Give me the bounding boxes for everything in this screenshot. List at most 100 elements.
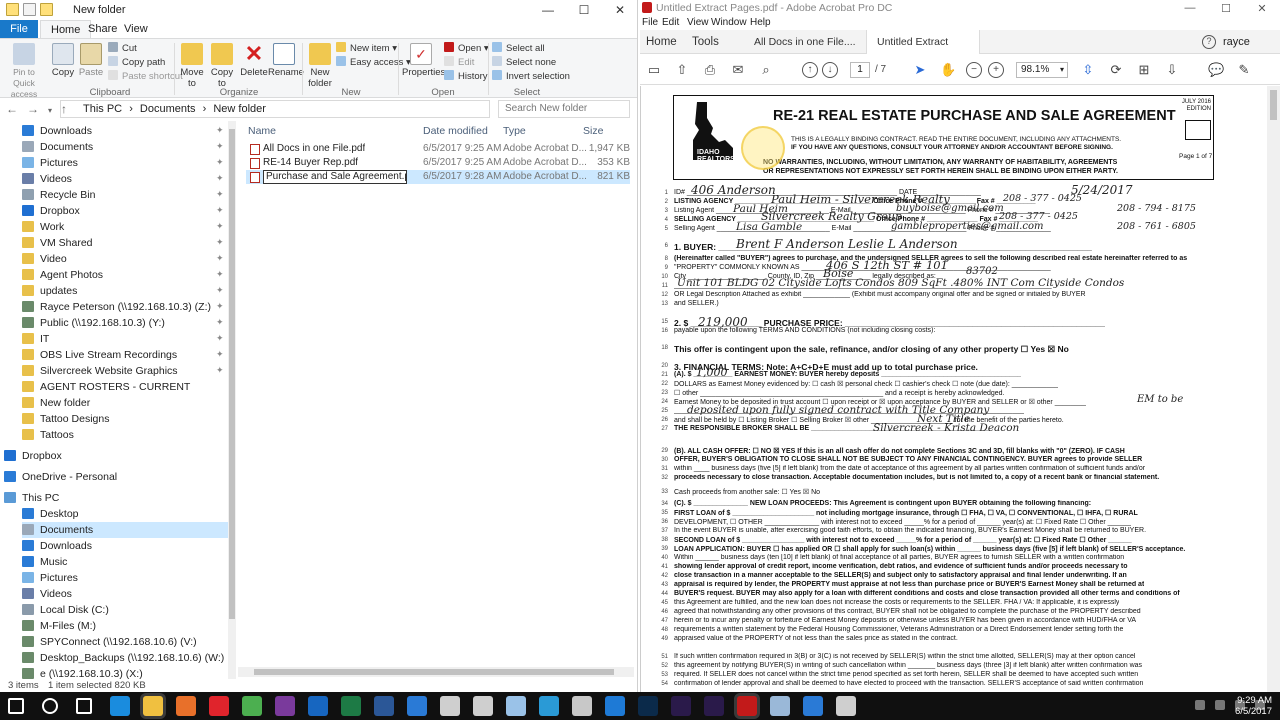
hand-icon[interactable]: ✋ — [940, 62, 956, 78]
task-view-icon[interactable] — [76, 698, 92, 714]
network-icon[interactable] — [1215, 700, 1225, 710]
tab-view[interactable]: View — [114, 20, 158, 38]
upload-icon[interactable]: ⇧ — [674, 62, 690, 78]
opera-icon[interactable] — [209, 696, 229, 716]
zoom-in-icon[interactable]: + — [988, 62, 1004, 78]
nav-item[interactable]: This PC — [4, 490, 59, 506]
calculator-icon[interactable] — [440, 696, 460, 716]
rename-button[interactable]: Rename — [268, 43, 304, 78]
excel-icon[interactable] — [341, 696, 361, 716]
nav-item[interactable]: M-Files (M:) — [22, 618, 96, 634]
address-bar[interactable]: This PC › Documents › New folder — [60, 100, 490, 118]
document-scrollbar[interactable] — [1267, 86, 1280, 692]
history-button[interactable]: History — [444, 70, 488, 84]
nav-item[interactable]: Desktop_Backups (\\192.168.10.6) (W:) — [22, 650, 224, 666]
tool-icon[interactable] — [572, 696, 592, 716]
easy-access-button[interactable]: Easy access ▾ — [336, 56, 411, 70]
pin-quick-access-button[interactable]: Pin to Quick access — [4, 43, 44, 100]
column-name[interactable]: Name — [248, 125, 276, 137]
info-icon[interactable] — [770, 696, 790, 716]
close-button[interactable]: ✕ — [1244, 0, 1280, 16]
file-explorer-icon[interactable] — [143, 696, 163, 716]
zoom-select[interactable]: 98.1% ▾ — [1016, 62, 1068, 78]
cursor-icon[interactable]: ➤ — [912, 62, 928, 78]
copy-to-button[interactable]: Copy to — [208, 43, 236, 89]
zoom-out-icon[interactable]: − — [966, 62, 982, 78]
acrobat-icon[interactable] — [737, 696, 757, 716]
maximize-button[interactable]: ☐ — [566, 0, 602, 20]
outlook-icon[interactable] — [308, 696, 328, 716]
minimize-button[interactable]: — — [530, 0, 566, 20]
file-list-hscroll[interactable] — [238, 667, 634, 677]
properties-button[interactable]: ✓ Properties — [402, 43, 445, 78]
save-icon[interactable]: ▭ — [646, 62, 662, 78]
column-type[interactable]: Type — [503, 125, 526, 137]
back-arrow-icon[interactable]: ← — [6, 102, 27, 116]
obs-icon[interactable] — [836, 696, 856, 716]
search-input[interactable]: Search New folder — [498, 100, 630, 118]
new-folder-icon[interactable] — [40, 3, 53, 16]
copy-path-button[interactable]: Copy path — [108, 56, 165, 70]
video-icon[interactable] — [539, 696, 559, 716]
menu-view[interactable]: View — [687, 17, 709, 28]
nav-item[interactable]: Agent Photos — [22, 267, 103, 283]
nav-item[interactable]: OneDrive - Personal — [4, 469, 117, 485]
nav-item[interactable]: Music — [22, 554, 67, 570]
tab-home[interactable]: Home — [646, 30, 677, 54]
nav-item[interactable]: updates — [22, 283, 77, 299]
document-view[interactable]: IDAHO REALTORS RE-21 REAL ESTATE PURCHAS… — [640, 86, 1280, 692]
nav-item[interactable]: Pictures — [22, 570, 78, 586]
menu-window[interactable]: Window — [711, 17, 747, 28]
delete-button[interactable]: ✕ Delete — [240, 43, 268, 79]
breadcrumb-new-folder[interactable]: New folder — [213, 103, 266, 115]
file-name[interactable]: Purchase and Sale Agreement.pdf — [263, 170, 407, 184]
nav-scroll-thumb[interactable] — [229, 129, 235, 619]
breadcrumb-this-pc[interactable]: This PC — [83, 103, 122, 115]
fit-page-icon[interactable]: ⇳ — [1080, 62, 1096, 78]
search-icon[interactable]: ⌕ — [758, 62, 774, 78]
column-date-modified[interactable]: Date modified — [423, 125, 488, 137]
move-to-button[interactable]: Move to — [178, 43, 206, 89]
print-icon[interactable]: ⎙ — [702, 62, 718, 78]
next-page-icon[interactable]: ↓ — [822, 62, 838, 78]
paste-button[interactable]: Paste — [78, 43, 104, 78]
globe-icon[interactable] — [506, 696, 526, 716]
new-folder-button[interactable]: New folder — [306, 43, 334, 89]
nav-scrollbar[interactable] — [228, 121, 236, 679]
select-all-button[interactable]: Select all — [492, 42, 545, 56]
premiere-icon[interactable] — [704, 696, 724, 716]
copy-button[interactable]: Copy — [50, 43, 76, 78]
clock[interactable]: 9:29 AM 6/5/2017 — [1235, 695, 1272, 717]
page-number-input[interactable]: 1 — [850, 62, 870, 78]
edge-icon[interactable] — [110, 696, 130, 716]
tab-file[interactable]: File — [0, 20, 38, 38]
onenote-icon[interactable] — [275, 696, 295, 716]
organize-icon[interactable]: ⊞ — [1136, 62, 1152, 78]
nav-item[interactable]: Downloads — [22, 538, 92, 554]
help-icon[interactable]: ? — [1202, 35, 1216, 49]
download-icon[interactable]: ⇩ — [1164, 62, 1180, 78]
forward-arrow-icon[interactable]: → — [27, 102, 48, 116]
nav-item[interactable]: New folder — [22, 395, 90, 411]
nav-item[interactable]: Downloads — [22, 123, 92, 139]
nav-item[interactable]: Dropbox — [22, 203, 80, 219]
edit-button[interactable]: Edit — [444, 56, 474, 70]
menu-file[interactable]: File — [642, 17, 658, 28]
cut-button[interactable]: Cut — [108, 42, 137, 56]
nav-item[interactable]: Dropbox — [4, 448, 62, 464]
nav-item[interactable]: Documents — [22, 139, 93, 155]
hscroll-thumb[interactable] — [254, 669, 614, 675]
tray-icon[interactable] — [1195, 700, 1205, 710]
nav-item[interactable]: Recycle Bin — [22, 187, 95, 203]
tab-tools[interactable]: Tools — [692, 30, 719, 54]
photoshop-icon[interactable] — [638, 696, 658, 716]
pdf-tool-icon[interactable] — [605, 696, 625, 716]
properties-icon[interactable] — [23, 3, 36, 16]
tab-all-docs[interactable]: All Docs in one File.... — [754, 30, 856, 54]
nav-item[interactable]: Silvercreek Website Graphics — [22, 363, 178, 379]
doc-scroll-thumb[interactable] — [1270, 90, 1277, 120]
paste-shortcut-button[interactable]: Paste shortcut — [108, 70, 183, 84]
after-effects-icon[interactable] — [671, 696, 691, 716]
menu-edit[interactable]: Edit — [662, 17, 679, 28]
file-row[interactable]: Purchase and Sale Agreement.pdf 6/5/2017 … — [246, 170, 630, 184]
